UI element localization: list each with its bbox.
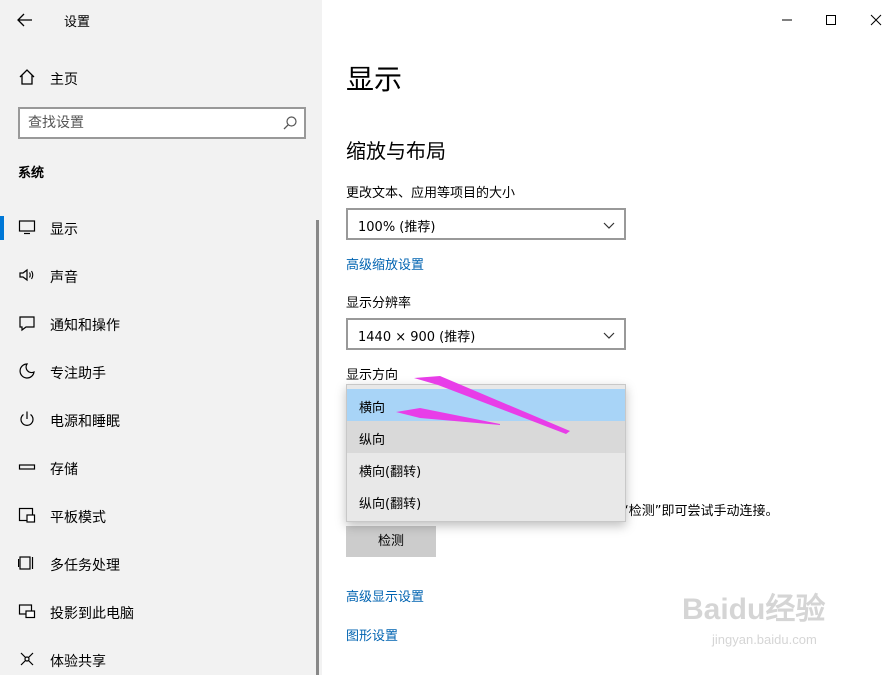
- sidebar-item-label: 显示: [50, 222, 78, 238]
- scale-value: 100% (推荐): [358, 220, 436, 235]
- advanced-scale-link[interactable]: 高级缩放设置: [346, 254, 424, 273]
- storage-icon: [18, 458, 36, 476]
- detect-button[interactable]: 检测: [346, 526, 436, 557]
- back-arrow-icon: [10, 13, 42, 38]
- moon-icon: [18, 362, 36, 380]
- chevron-down-icon: [602, 327, 616, 341]
- monitor-icon: [18, 218, 36, 236]
- search-input[interactable]: [28, 114, 278, 132]
- sidebar-item-home[interactable]: 主页: [0, 60, 322, 96]
- resolution-value: 1440 × 900 (推荐): [358, 330, 476, 345]
- sidebar-item-tablet-mode[interactable]: 平板模式: [0, 496, 318, 536]
- resolution-dropdown[interactable]: 1440 × 900 (推荐): [346, 318, 626, 350]
- orientation-option-landscape-flipped[interactable]: 横向(翻转): [347, 453, 625, 485]
- sidebar-item-label: 存储: [50, 462, 78, 478]
- speaker-icon: [18, 266, 36, 284]
- sidebar-item-label: 多任务处理: [50, 558, 120, 574]
- sidebar-item-display[interactable]: 显示: [0, 208, 318, 248]
- notification-icon: [18, 314, 36, 332]
- baidu-watermark: Baidu经验 jingyan.baidu.com: [682, 578, 882, 658]
- sidebar-item-label: 声音: [50, 270, 78, 286]
- app-title: 设置: [64, 15, 91, 30]
- option-label: 横向(翻转): [359, 465, 422, 480]
- sidebar-item-notifications[interactable]: 通知和操作: [0, 304, 318, 344]
- option-label: 纵向: [359, 433, 386, 448]
- option-label: 纵向(翻转): [359, 497, 422, 512]
- scale-section-title: 缩放与布局: [346, 139, 446, 163]
- advanced-display-link[interactable]: 高级显示设置: [346, 586, 424, 605]
- sidebar-scrollbar[interactable]: [316, 220, 319, 675]
- sidebar-item-label: 平板模式: [50, 510, 106, 526]
- sidebar-item-power[interactable]: 电源和睡眠: [0, 400, 318, 440]
- sidebar-item-label: 通知和操作: [50, 318, 120, 334]
- sidebar-item-label: 专注助手: [50, 366, 106, 382]
- resolution-label: 显示分辨率: [346, 296, 412, 311]
- watermark-url: jingyan.baidu.com: [712, 632, 817, 647]
- sidebar-item-label: 体验共享: [50, 654, 106, 670]
- search-icon[interactable]: [282, 115, 298, 131]
- share-icon: [18, 650, 36, 668]
- back-button[interactable]: [10, 6, 42, 34]
- search-field[interactable]: [18, 107, 306, 139]
- project-icon: [18, 602, 36, 620]
- scale-label: 更改文本、应用等项目的大小: [346, 186, 516, 201]
- sidebar: 主页 系统 显示 声音 通知和操作 专注助手 电源和睡眠: [0, 0, 322, 675]
- tablet-icon: [18, 506, 36, 524]
- home-icon: [18, 68, 36, 86]
- main-content: 显示 缩放与布局 更改文本、应用等项目的大小 100% (推荐) 高级缩放设置 …: [322, 0, 891, 675]
- sidebar-item-multitasking[interactable]: 多任务处理: [0, 544, 318, 584]
- sidebar-item-project[interactable]: 投影到此电脑: [0, 592, 318, 632]
- section-label-system: 系统: [18, 166, 45, 181]
- graphics-settings-link[interactable]: 图形设置: [346, 625, 398, 644]
- orientation-option-portrait[interactable]: 纵向: [347, 421, 625, 453]
- orientation-dropdown-list[interactable]: 横向 纵向 横向(翻转) 纵向(翻转): [346, 384, 626, 522]
- sidebar-item-storage[interactable]: 存储: [0, 448, 318, 488]
- sidebar-item-focus-assist[interactable]: 专注助手: [0, 352, 318, 392]
- multitask-icon: [17, 554, 36, 572]
- option-label: 横向: [359, 401, 386, 416]
- power-icon: [18, 410, 36, 428]
- chevron-down-icon: [602, 217, 616, 231]
- orientation-label: 显示方向: [346, 368, 399, 383]
- sidebar-item-label: 主页: [50, 72, 78, 88]
- page-title: 显示: [346, 63, 403, 96]
- sidebar-item-shared-experiences[interactable]: 体验共享: [0, 640, 318, 675]
- orientation-option-landscape[interactable]: 横向: [347, 389, 625, 421]
- orientation-option-portrait-flipped[interactable]: 纵向(翻转): [347, 485, 625, 517]
- watermark-logo: Baidu经验: [682, 593, 826, 626]
- sidebar-item-sound[interactable]: 声音: [0, 256, 318, 296]
- sidebar-item-label: 投影到此电脑: [50, 606, 134, 622]
- scale-dropdown[interactable]: 100% (推荐): [346, 208, 626, 240]
- sidebar-item-label: 电源和睡眠: [50, 414, 120, 430]
- detect-info-text: “检测”即可尝试手动连接。: [622, 504, 779, 519]
